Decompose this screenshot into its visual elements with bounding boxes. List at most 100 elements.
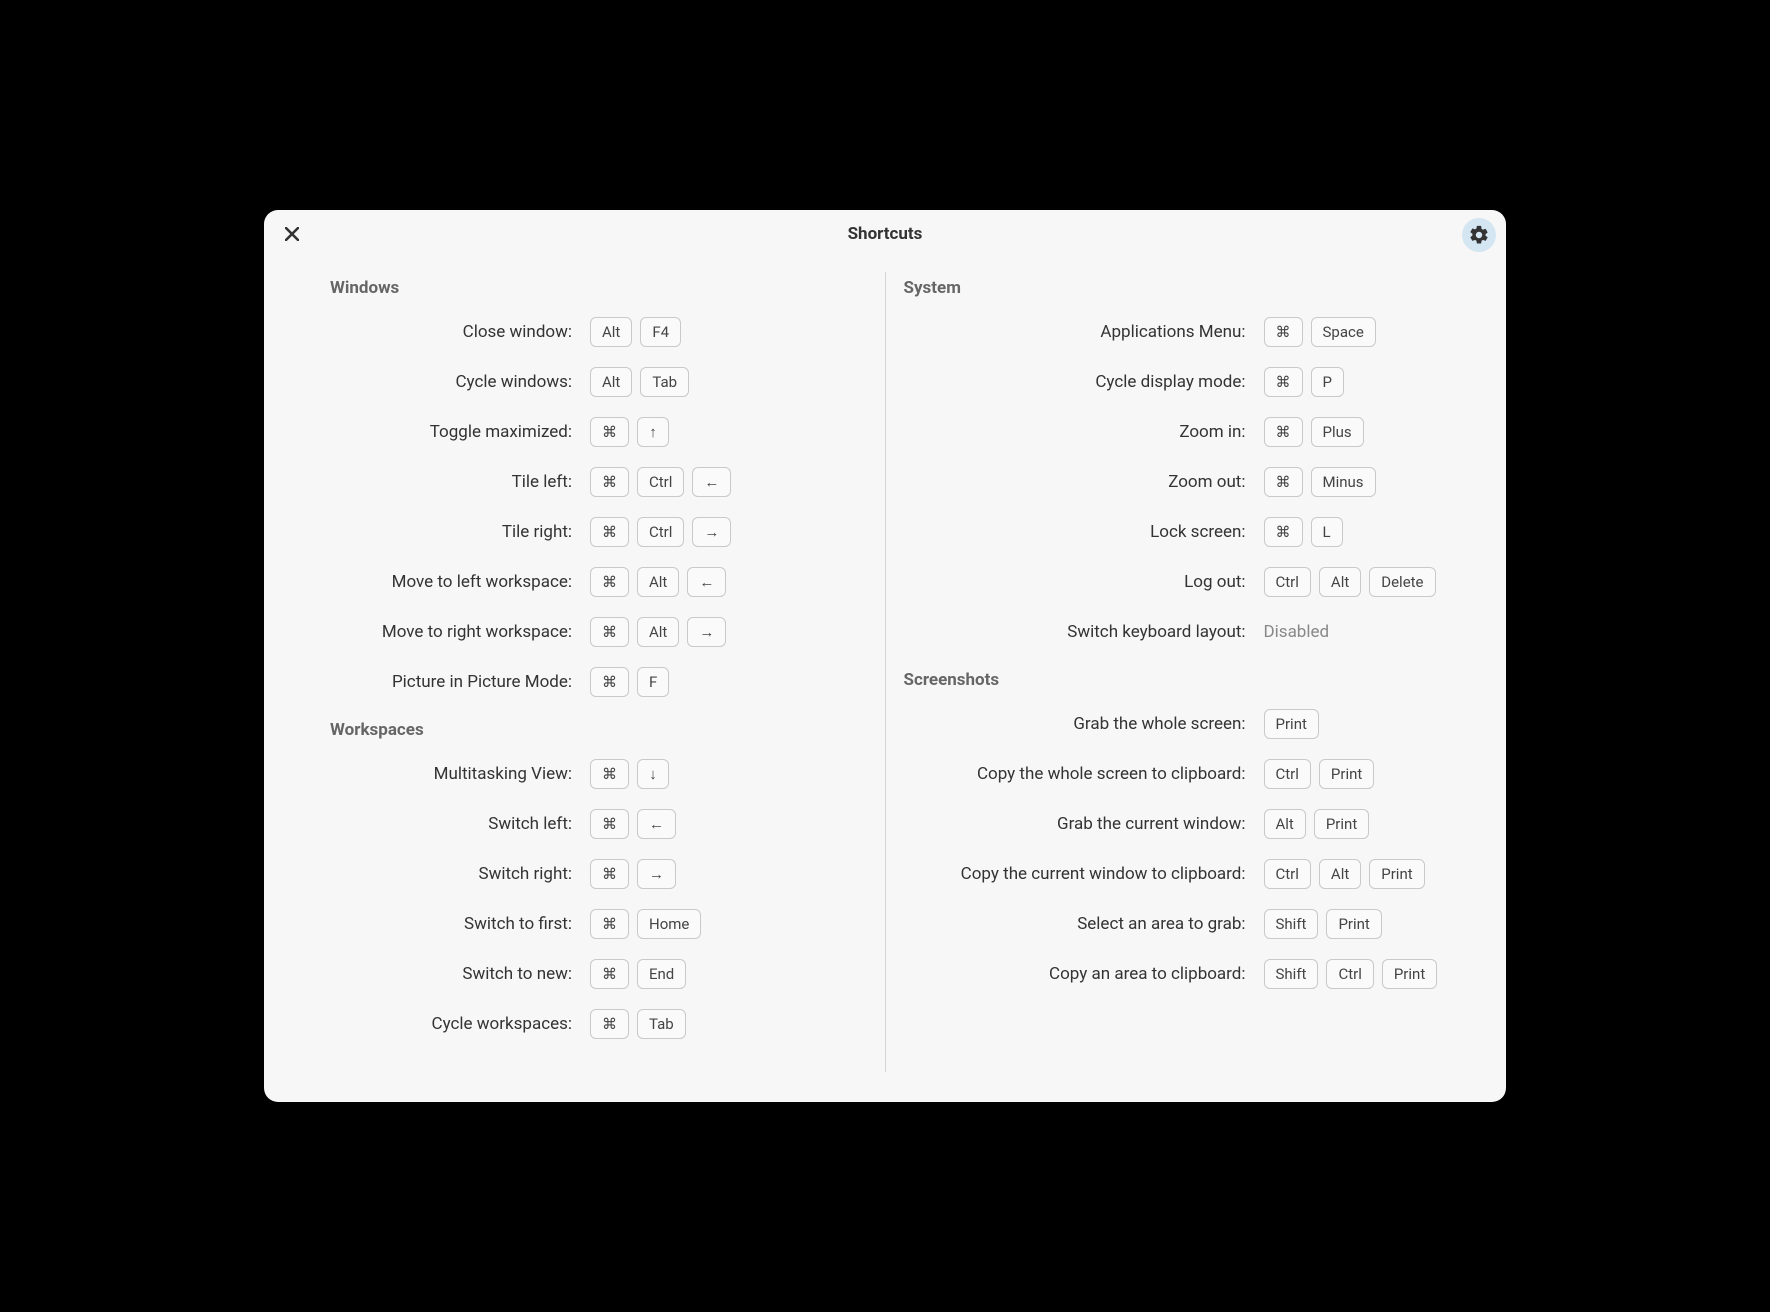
keycap: Space: [1311, 317, 1376, 347]
shortcut-label: Multitasking View:: [330, 764, 590, 784]
shortcut-label: Copy the current window to clipboard:: [904, 864, 1264, 884]
shortcut-label: Cycle windows:: [330, 372, 590, 392]
shortcut-label: Tile left:: [330, 472, 590, 492]
shortcut-row: Multitasking View:⌘↓: [330, 758, 867, 790]
keycap: ⌘: [590, 859, 629, 889]
keycap: ⌘: [1264, 367, 1303, 397]
shortcut-keys: ShiftCtrlPrint: [1264, 959, 1438, 989]
shortcut-row: Switch right:⌘→: [330, 858, 867, 890]
window-title: Shortcuts: [848, 224, 923, 244]
shortcut-keys: ⌘→: [590, 859, 676, 889]
shortcut-row: Toggle maximized:⌘↑: [330, 416, 867, 448]
shortcut-keys: ⌘ Tab: [590, 1009, 686, 1039]
section-title-windows: Windows: [330, 278, 867, 298]
shortcut-row: Switch keyboard layout:Disabled: [904, 616, 1441, 648]
shortcut-keys: CtrlAltPrint: [1264, 859, 1425, 889]
shortcut-label: Copy the whole screen to clipboard:: [904, 764, 1264, 784]
keycap: Alt: [637, 567, 679, 597]
shortcut-row: Close window:AltF4: [330, 316, 867, 348]
keycap: Shift: [1264, 959, 1319, 989]
keycap: Ctrl: [1264, 759, 1311, 789]
shortcut-row: Grab the current window:AltPrint: [904, 808, 1441, 840]
left-column: WindowsClose window:AltF4Cycle windows:A…: [312, 272, 886, 1072]
shortcut-keys: ⌘ End: [590, 959, 686, 989]
keycap: Alt: [637, 617, 679, 647]
shortcut-label: Toggle maximized:: [330, 422, 590, 442]
gear-icon: [1468, 224, 1490, 246]
keycap: Tab: [637, 1009, 686, 1039]
keycap: Ctrl: [1264, 859, 1311, 889]
shortcut-keys: ⌘L: [1264, 517, 1343, 547]
keycap: →: [637, 859, 676, 889]
keycap: ⌘: [1264, 317, 1303, 347]
shortcut-label: Picture in Picture Mode:: [330, 672, 590, 692]
keycap: Minus: [1311, 467, 1376, 497]
shortcut-row: Move to right workspace:⌘Alt→: [330, 616, 867, 648]
shortcut-label: Cycle workspaces:: [330, 1014, 590, 1034]
right-column: SystemApplications Menu:⌘SpaceCycle disp…: [886, 272, 1459, 1072]
shortcuts-window: Shortcuts Windows Close window:AltF4 Cycle…: [264, 210, 1506, 1102]
section-title-screenshots: Screenshots: [904, 670, 1441, 690]
shortcut-keys: ⌘Ctrl→: [590, 517, 731, 547]
shortcut-row: Lock screen:⌘L: [904, 516, 1441, 548]
shortcut-label: Grab the current window:: [904, 814, 1264, 834]
shortcut-label: Copy an area to clipboard:: [904, 964, 1264, 984]
shortcut-row: Switch to new:⌘End: [330, 958, 867, 990]
shortcut-keys: ⌘F: [590, 667, 669, 697]
keycap: Alt: [590, 367, 632, 397]
shortcut-label: Switch left:: [330, 814, 590, 834]
shortcut-row: Select an area to grab:ShiftPrint: [904, 908, 1441, 940]
keycap: Ctrl: [637, 467, 684, 497]
shortcut-row: Switch left:⌘←: [330, 808, 867, 840]
keycap: Delete: [1369, 567, 1435, 597]
shortcut-keys: AltPrint: [1264, 809, 1370, 839]
shortcut-keys: ⌘Ctrl←: [590, 467, 731, 497]
shortcut-keys: ⌘←: [590, 809, 676, 839]
shortcut-row: Picture in Picture Mode:⌘F: [330, 666, 867, 698]
keycap: Print: [1264, 709, 1319, 739]
keycap: Print: [1326, 909, 1381, 939]
shortcut-label: Cycle display mode:: [904, 372, 1264, 392]
shortcut-row: Zoom out:⌘Minus: [904, 466, 1441, 498]
titlebar: Shortcuts: [264, 210, 1506, 258]
keycap: ⌘: [590, 617, 629, 647]
keycap: Home: [637, 909, 701, 939]
shortcut-row: Tile right:⌘Ctrl→: [330, 516, 867, 548]
keycap: ⌘: [590, 959, 629, 989]
keycap: ↑: [637, 417, 669, 447]
keycap: L: [1311, 517, 1343, 547]
keycap: Alt: [1264, 809, 1306, 839]
keycap: ⌘: [590, 1009, 629, 1039]
keycap: ⌘: [1264, 467, 1303, 497]
keycap: ⌘: [590, 809, 629, 839]
keycap: Ctrl: [1326, 959, 1373, 989]
shortcut-label: Tile right:: [330, 522, 590, 542]
keycap: Alt: [1319, 859, 1361, 889]
shortcut-label: Close window:: [330, 322, 590, 342]
keycap: Alt: [1319, 567, 1361, 597]
shortcut-keys: Print: [1264, 709, 1319, 739]
shortcut-keys: ⌘ Space: [1264, 317, 1376, 347]
disabled-text: Disabled: [1264, 622, 1330, 642]
keycap: ⌘: [1264, 417, 1303, 447]
shortcut-label: Switch keyboard layout:: [904, 622, 1264, 642]
shortcut-keys: AltTab: [590, 367, 689, 397]
close-icon: [285, 227, 299, 241]
shortcut-keys: CtrlPrint: [1264, 759, 1375, 789]
shortcut-row: Copy the current window to clipboard:Ctr…: [904, 858, 1441, 890]
shortcut-keys: AltF4: [590, 317, 681, 347]
shortcut-label: Move to right workspace:: [330, 622, 590, 642]
keycap: P: [1311, 367, 1344, 397]
close-button[interactable]: [282, 224, 302, 244]
keycap: ⌘: [590, 759, 629, 789]
keycap: ⌘: [590, 517, 629, 547]
keycap: Shift: [1264, 909, 1319, 939]
keycap: Ctrl: [637, 517, 684, 547]
shortcut-row: Tile left:⌘Ctrl←: [330, 466, 867, 498]
keycap: End: [637, 959, 686, 989]
keycap: F: [637, 667, 669, 697]
shortcut-row: Zoom in:⌘Plus: [904, 416, 1441, 448]
shortcut-label: Switch right:: [330, 864, 590, 884]
shortcut-label: Move to left workspace:: [330, 572, 590, 592]
settings-button[interactable]: [1462, 218, 1496, 252]
